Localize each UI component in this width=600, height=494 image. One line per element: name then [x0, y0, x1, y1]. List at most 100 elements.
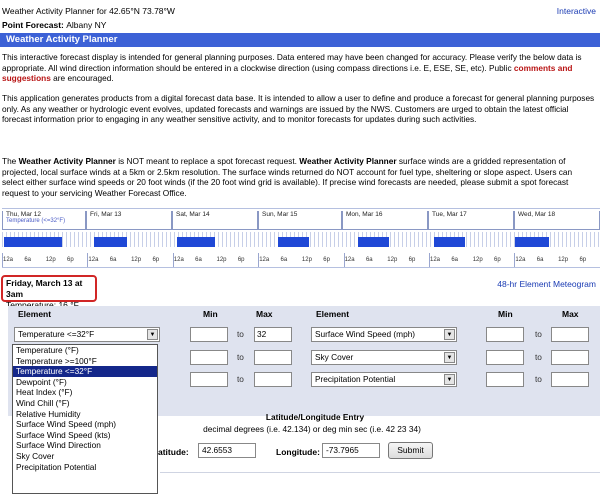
max-input[interactable] — [551, 372, 589, 387]
interactive-link[interactable]: Interactive — [557, 6, 596, 16]
hour-label: 12p — [558, 257, 569, 263]
hour-label: 12a — [259, 257, 270, 263]
to-label: to — [237, 374, 244, 384]
day-separator — [343, 253, 345, 267]
hour-label: 12a — [173, 257, 184, 263]
hour-label: 6a — [365, 257, 373, 263]
timeline-chart[interactable]: Thu, Mar 12 Temperature (<=32°F) Fri, Ma… — [2, 208, 600, 268]
longitude-input[interactable]: -73.7965 — [322, 443, 380, 458]
hour-label: 6a — [195, 257, 202, 263]
hour-label: 6p — [67, 257, 74, 263]
hour-label: 12a — [3, 257, 14, 263]
dropdown-option[interactable]: Wind Chill (°F) — [13, 398, 157, 409]
dropdown-option[interactable]: Surface Wind Speed (kts) — [13, 430, 157, 441]
dropdown-option[interactable]: Dewpoint (°F) — [13, 377, 157, 388]
max-input[interactable] — [254, 350, 292, 365]
chevron-down-icon[interactable]: ▼ — [444, 352, 455, 363]
day-header[interactable]: Sun, Mar 15 — [258, 211, 342, 230]
min-input[interactable] — [486, 372, 524, 387]
max-input[interactable] — [254, 372, 292, 387]
dropdown-option[interactable]: Surface Wind Speed (mph) — [13, 419, 157, 430]
hour-label: 6p — [408, 257, 416, 263]
point-forecast: Point Forecast: Albany NY — [2, 20, 106, 30]
temperature-bar[interactable] — [358, 237, 389, 247]
section-banner: Weather Activity Planner — [0, 33, 600, 47]
dropdown-option[interactable]: Sky Cover — [13, 451, 157, 462]
submit-button[interactable]: Submit — [388, 442, 433, 459]
longitude-label: Longitude: — [276, 447, 320, 457]
min-input[interactable] — [486, 327, 524, 342]
hour-label: 6p — [494, 257, 501, 263]
intro-bold: Weather Activity Planner — [299, 156, 397, 166]
dropdown-option[interactable]: Surface Wind Direction — [13, 440, 157, 451]
chevron-down-icon[interactable]: ▼ — [147, 329, 158, 340]
min-input[interactable] — [190, 350, 228, 365]
to-label: to — [535, 374, 542, 384]
intro-text: The — [2, 156, 19, 166]
dropdown-option[interactable]: Relative Humidity — [13, 409, 157, 420]
day-separator — [258, 253, 260, 267]
day-separator — [2, 253, 3, 267]
hour-label: 12p — [216, 257, 227, 263]
intro-paragraph-2: This application generates products from… — [2, 93, 595, 124]
hour-label: 12p — [131, 257, 142, 263]
meteogram-link[interactable]: 48-hr Element Meteogram — [497, 279, 596, 289]
intro-text: is NOT meant to replace a spot forecast … — [115, 156, 300, 166]
element-select[interactable]: Sky Cover ▼ — [311, 350, 457, 365]
hour-label: 12p — [45, 257, 56, 263]
latitude-label: atitude: — [158, 447, 189, 457]
to-label: to — [237, 352, 244, 362]
dropdown-option[interactable]: Temperature (°F) — [13, 345, 157, 356]
element-dropdown-list[interactable]: Temperature (°F) Temperature >=100°F Tempe… — [12, 344, 158, 494]
element-select[interactable]: Surface Wind Speed (mph) ▼ — [311, 327, 457, 342]
hour-labels: 12a 6a 12p 6p 12a 6a 12p 6p 12a 6a 12p 6p 12a 6a 12p 6p… — [2, 257, 600, 267]
element-column-header: Element — [316, 309, 350, 319]
point-forecast-label: Point Forecast: — [2, 20, 64, 30]
day-header[interactable]: Thu, Mar 12 Temperature (<=32°F) — [2, 211, 86, 230]
hour-label: 6p — [579, 257, 587, 263]
dropdown-option[interactable]: Heat Index (°F) — [13, 387, 157, 398]
element-select-value: Precipitation Potential — [315, 374, 396, 384]
intro-paragraph-1: This interactive forecast display is int… — [2, 52, 596, 84]
temperature-series-label: Temperature (<=32°F) — [6, 218, 66, 224]
latitude-input[interactable]: 42.6553 — [198, 443, 256, 458]
day-separator — [87, 253, 89, 267]
dropdown-option[interactable]: Temperature >=100°F — [13, 356, 157, 367]
point-forecast-value: Albany NY — [66, 20, 107, 30]
hour-label: 12p — [387, 257, 398, 263]
element-select[interactable]: Temperature <=32°F ▼ — [14, 327, 160, 342]
temperature-bar[interactable] — [278, 237, 309, 247]
min-input[interactable] — [486, 350, 524, 365]
element-select[interactable]: Precipitation Potential ▼ — [311, 372, 457, 387]
hour-label: 12a — [88, 257, 99, 263]
day-header[interactable]: Wed, Mar 18 — [514, 211, 600, 230]
min-column-header: Min — [498, 309, 513, 319]
hour-label: 6a — [24, 257, 32, 263]
element-select-value: Surface Wind Speed (mph) — [315, 329, 416, 339]
max-input[interactable]: 32 — [254, 327, 292, 342]
dropdown-option[interactable]: Temperature <=32°F — [13, 366, 157, 377]
min-input[interactable] — [190, 327, 228, 342]
max-input[interactable] — [551, 350, 589, 365]
temperature-bar[interactable] — [177, 237, 215, 247]
temperature-bar[interactable] — [515, 237, 549, 247]
day-header[interactable]: Sat, Mar 14 — [172, 211, 258, 230]
divider — [160, 472, 600, 473]
min-input[interactable] — [190, 372, 228, 387]
day-header[interactable]: Mon, Mar 16 — [342, 211, 428, 230]
temperature-bar[interactable] — [434, 237, 465, 247]
to-label: to — [237, 329, 244, 339]
chevron-down-icon[interactable]: ▼ — [444, 374, 455, 385]
hour-label: 12p — [301, 257, 312, 263]
element-column-header: Element — [18, 309, 52, 319]
to-label: to — [535, 329, 542, 339]
temperature-bar[interactable] — [4, 237, 62, 247]
intro-text: This interactive forecast display is int… — [2, 52, 582, 73]
day-header[interactable]: Tue, Mar 17 — [428, 211, 514, 230]
chevron-down-icon[interactable]: ▼ — [444, 329, 455, 340]
day-header[interactable]: Fri, Mar 13 — [86, 211, 172, 230]
hour-label: 6p — [152, 257, 160, 263]
max-input[interactable] — [551, 327, 589, 342]
dropdown-option[interactable]: Precipitation Potential — [13, 462, 157, 473]
temperature-bar[interactable] — [94, 237, 127, 247]
